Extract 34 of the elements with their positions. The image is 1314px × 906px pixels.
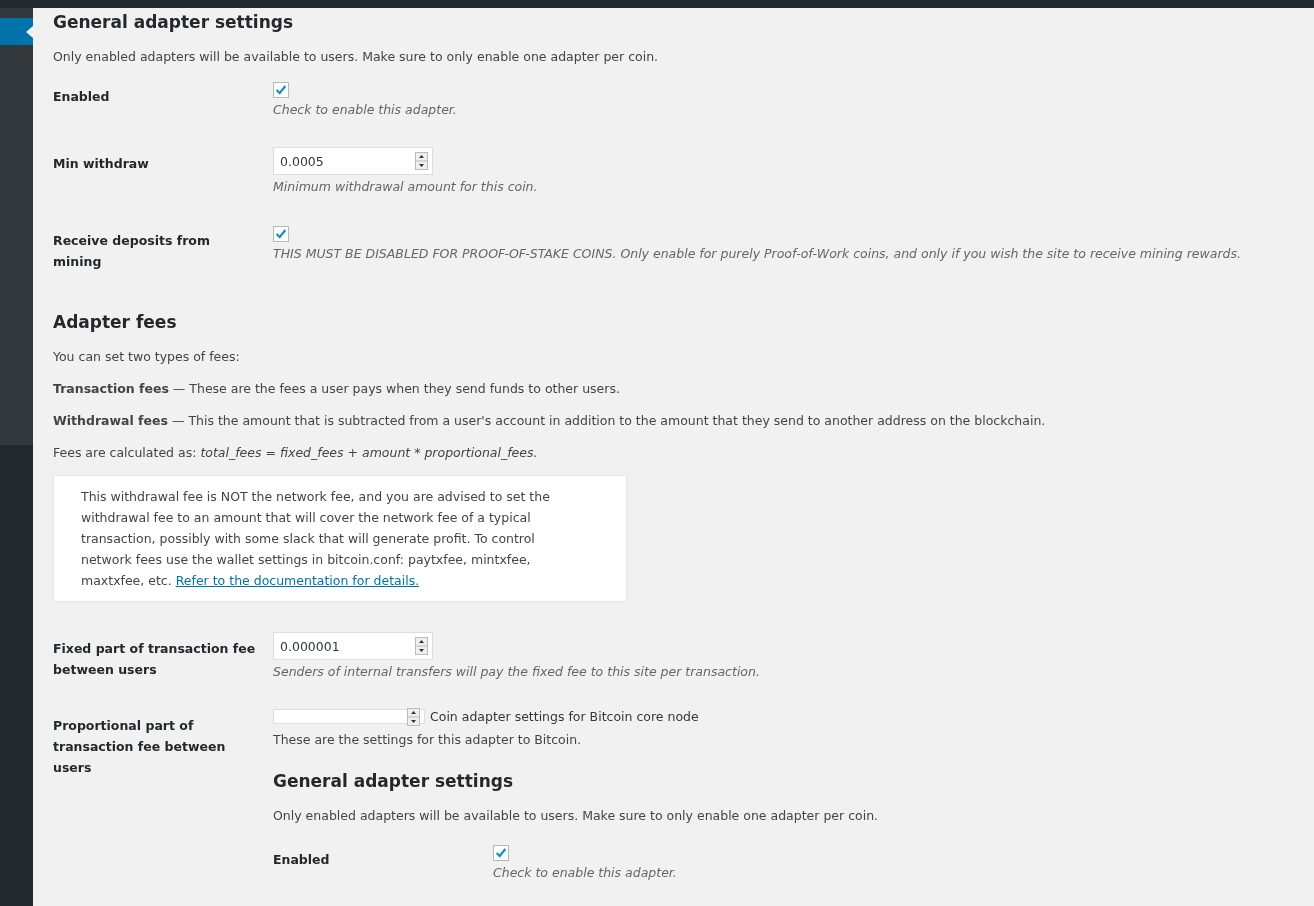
section-heading: General adapter settings [53, 11, 295, 34]
field-label: Enabled [53, 88, 111, 106]
description-text: These are the settings for this adapter to Bitcoin. [273, 731, 583, 749]
section-title: Coin adapter settings for Bitcoin core node [430, 709, 699, 724]
field-description: Minimum withdrawal amount for this coin. [273, 178, 539, 196]
field-description: THIS MUST BE DISABLED FOR PROOF-OF-STAKE COINS. Only enable for purely Proof-of-Work coins, and only if you wish the site to receive mining rewards. [273, 245, 1242, 263]
spinner-icon[interactable] [407, 707, 420, 726]
number-input[interactable]: 0.000001 [273, 632, 433, 660]
field-description: Check to enable this adapter. [493, 864, 678, 882]
description-text: Transaction fees — These are the fees a user pays when they send funds to other users. [53, 380, 621, 398]
spinner-icon[interactable] [415, 637, 428, 655]
number-input[interactable] [273, 709, 425, 724]
description-text: Withdrawal fees — This the amount that is subtracted from a user's account in addition to the amount that they send to another address on the blockchain. [53, 412, 1047, 430]
documentation-link[interactable]: Refer to the documentation for details. [175, 573, 420, 588]
field-label: Receive deposits from mining [53, 232, 211, 271]
field-label: Min withdraw [53, 155, 150, 173]
field-description: Check to enable this adapter. [273, 101, 458, 119]
field-label: Fixed part of transaction fee between users [53, 640, 257, 679]
checkbox[interactable] [273, 82, 289, 98]
sidebar-menu-item[interactable] [0, 18, 33, 45]
section-heading: General adapter settings [273, 770, 515, 793]
section-heading: Adapter fees [53, 311, 178, 334]
spinner-icon[interactable] [415, 152, 428, 170]
checkbox[interactable] [493, 845, 509, 861]
description-text: Only enabled adapters will be available to users. Make sure to only enable one adapter per coin. [53, 48, 660, 66]
description-text: You can set two types of fees: [53, 348, 241, 366]
description-text: Only enabled adapters will be available to users. Make sure to only enable one adapter per coin. [273, 807, 880, 825]
checkbox[interactable] [273, 226, 289, 242]
field-label: Enabled [273, 851, 331, 869]
number-input[interactable]: 0.0005 [273, 147, 433, 175]
field-description: Senders of internal transfers will pay the fixed fee to this site per transaction. [273, 663, 761, 681]
notice-box: This withdrawal fee is NOT the network fee, and you are advised to set the withdrawal fee to an amount that will cover the network fee of a typical transaction, possibly with some slack that will generate profit. To control network fees use the wallet settings in bitcoin.conf: paytxfee, mintxfee, maxtxfee, etc. Refer to the documentation for details. [53, 475, 627, 602]
formula-text: Fees are calculated as: total_fees = fixed_fees + amount * proportional_fees. [53, 444, 539, 462]
field-label: Proportional part of transaction fee between users [53, 717, 227, 777]
